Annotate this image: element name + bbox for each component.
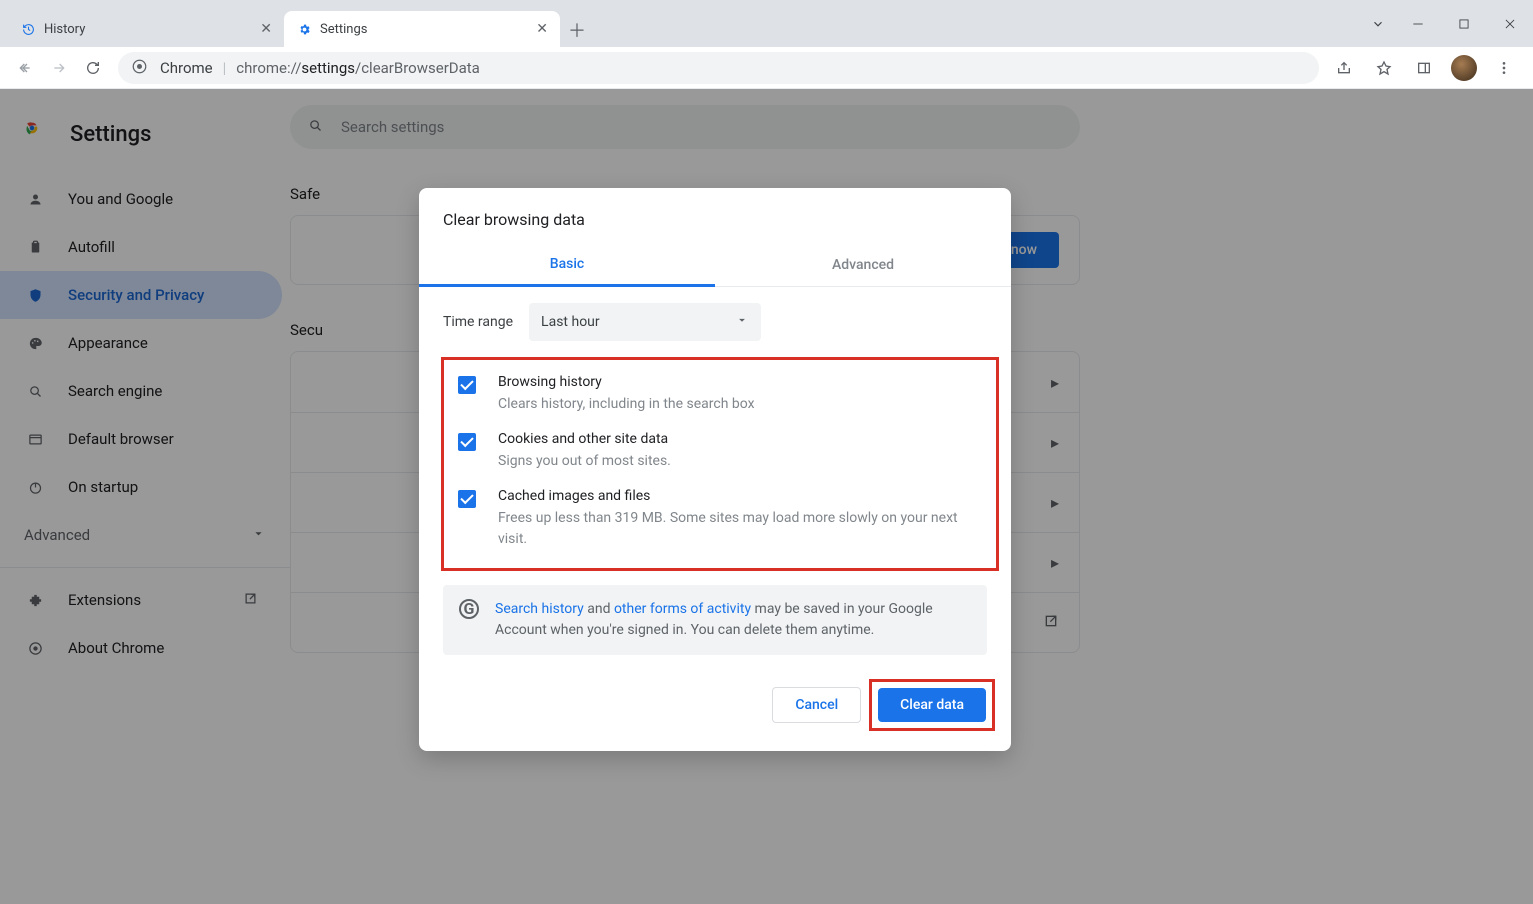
reload-button[interactable] bbox=[76, 51, 110, 85]
checkbox-checked[interactable] bbox=[458, 376, 476, 394]
tab-title: History bbox=[44, 22, 85, 37]
chevron-down-icon bbox=[735, 313, 749, 331]
minimize-button[interactable] bbox=[1395, 0, 1441, 47]
share-icon[interactable] bbox=[1327, 51, 1361, 85]
option-description: Signs you out of most sites. bbox=[498, 451, 980, 472]
option-text: Browsing history Clears history, includi… bbox=[498, 374, 980, 415]
close-icon[interactable]: ✕ bbox=[260, 21, 272, 37]
notice-text: Search history and other forms of activi… bbox=[495, 599, 971, 641]
google-icon: G bbox=[459, 599, 479, 619]
tab-title: Settings bbox=[320, 22, 367, 37]
bookmark-icon[interactable] bbox=[1367, 51, 1401, 85]
option-text: Cookies and other site data Signs you ou… bbox=[498, 431, 980, 472]
option-label: Cookies and other site data bbox=[498, 431, 980, 447]
option-text: Cached images and files Frees up less th… bbox=[498, 488, 980, 550]
notice-link-other-activity[interactable]: other forms of activity bbox=[614, 601, 751, 617]
address-bar[interactable]: Chrome | chrome://settings/clearBrowserD… bbox=[118, 52, 1319, 84]
omnibox-url: chrome://settings/clearBrowserData bbox=[236, 59, 480, 77]
tab-search-button[interactable] bbox=[1361, 0, 1395, 47]
tab-basic[interactable]: Basic bbox=[419, 243, 715, 287]
clear-data-dialog: Clear browsing data Basic Advanced Time … bbox=[419, 188, 1011, 751]
google-account-notice: G Search history and other forms of acti… bbox=[443, 585, 987, 655]
tab-history[interactable]: History ✕ bbox=[8, 11, 284, 47]
option-label: Cached images and files bbox=[498, 488, 980, 504]
clear-data-button[interactable]: Clear data bbox=[878, 688, 986, 722]
option-description: Frees up less than 319 MB. Some sites ma… bbox=[498, 508, 980, 550]
back-button[interactable] bbox=[8, 51, 42, 85]
option-label: Browsing history bbox=[498, 374, 980, 390]
cancel-button[interactable]: Cancel bbox=[772, 687, 861, 723]
tab-settings[interactable]: Settings ✕ bbox=[284, 11, 560, 47]
notice-link-search-history[interactable]: Search history bbox=[495, 601, 584, 617]
option-description: Clears history, including in the search … bbox=[498, 394, 980, 415]
time-range-row: Time range Last hour bbox=[419, 287, 1011, 357]
time-range-label: Time range bbox=[443, 314, 513, 330]
annotation-highlight: Clear data bbox=[869, 679, 995, 731]
toolbar-actions bbox=[1327, 51, 1525, 85]
checkbox-checked[interactable] bbox=[458, 433, 476, 451]
time-range-select[interactable]: Last hour bbox=[529, 303, 761, 341]
omnibox-chip: Chrome bbox=[160, 59, 213, 77]
checkbox-checked[interactable] bbox=[458, 490, 476, 508]
annotation-highlight: Browsing history Clears history, includi… bbox=[441, 357, 999, 571]
browser-toolbar: Chrome | chrome://settings/clearBrowserD… bbox=[0, 47, 1533, 89]
dialog-tabs: Basic Advanced bbox=[419, 243, 1011, 287]
option-cookies[interactable]: Cookies and other site data Signs you ou… bbox=[450, 423, 988, 480]
new-tab-button[interactable]: ＋ bbox=[560, 13, 594, 47]
gear-icon bbox=[296, 21, 312, 37]
browser-titlebar: History ✕ Settings ✕ ＋ bbox=[0, 0, 1533, 47]
dialog-title: Clear browsing data bbox=[419, 188, 1011, 243]
tab-advanced[interactable]: Advanced bbox=[715, 243, 1011, 286]
window-controls bbox=[1361, 0, 1533, 47]
forward-button[interactable] bbox=[42, 51, 76, 85]
profile-avatar[interactable] bbox=[1447, 51, 1481, 85]
option-browsing-history[interactable]: Browsing history Clears history, includi… bbox=[450, 366, 988, 423]
menu-icon[interactable] bbox=[1487, 51, 1521, 85]
history-icon bbox=[20, 21, 36, 37]
close-window-button[interactable] bbox=[1487, 0, 1533, 47]
dialog-actions: Cancel Clear data bbox=[419, 655, 1011, 731]
close-icon[interactable]: ✕ bbox=[536, 21, 548, 37]
chrome-icon bbox=[132, 59, 150, 77]
time-range-value: Last hour bbox=[541, 314, 600, 330]
side-panel-icon[interactable] bbox=[1407, 51, 1441, 85]
tab-strip: History ✕ Settings ✕ ＋ bbox=[0, 0, 594, 47]
maximize-button[interactable] bbox=[1441, 0, 1487, 47]
omnibox-separator: | bbox=[223, 59, 227, 77]
option-cached[interactable]: Cached images and files Frees up less th… bbox=[450, 480, 988, 558]
